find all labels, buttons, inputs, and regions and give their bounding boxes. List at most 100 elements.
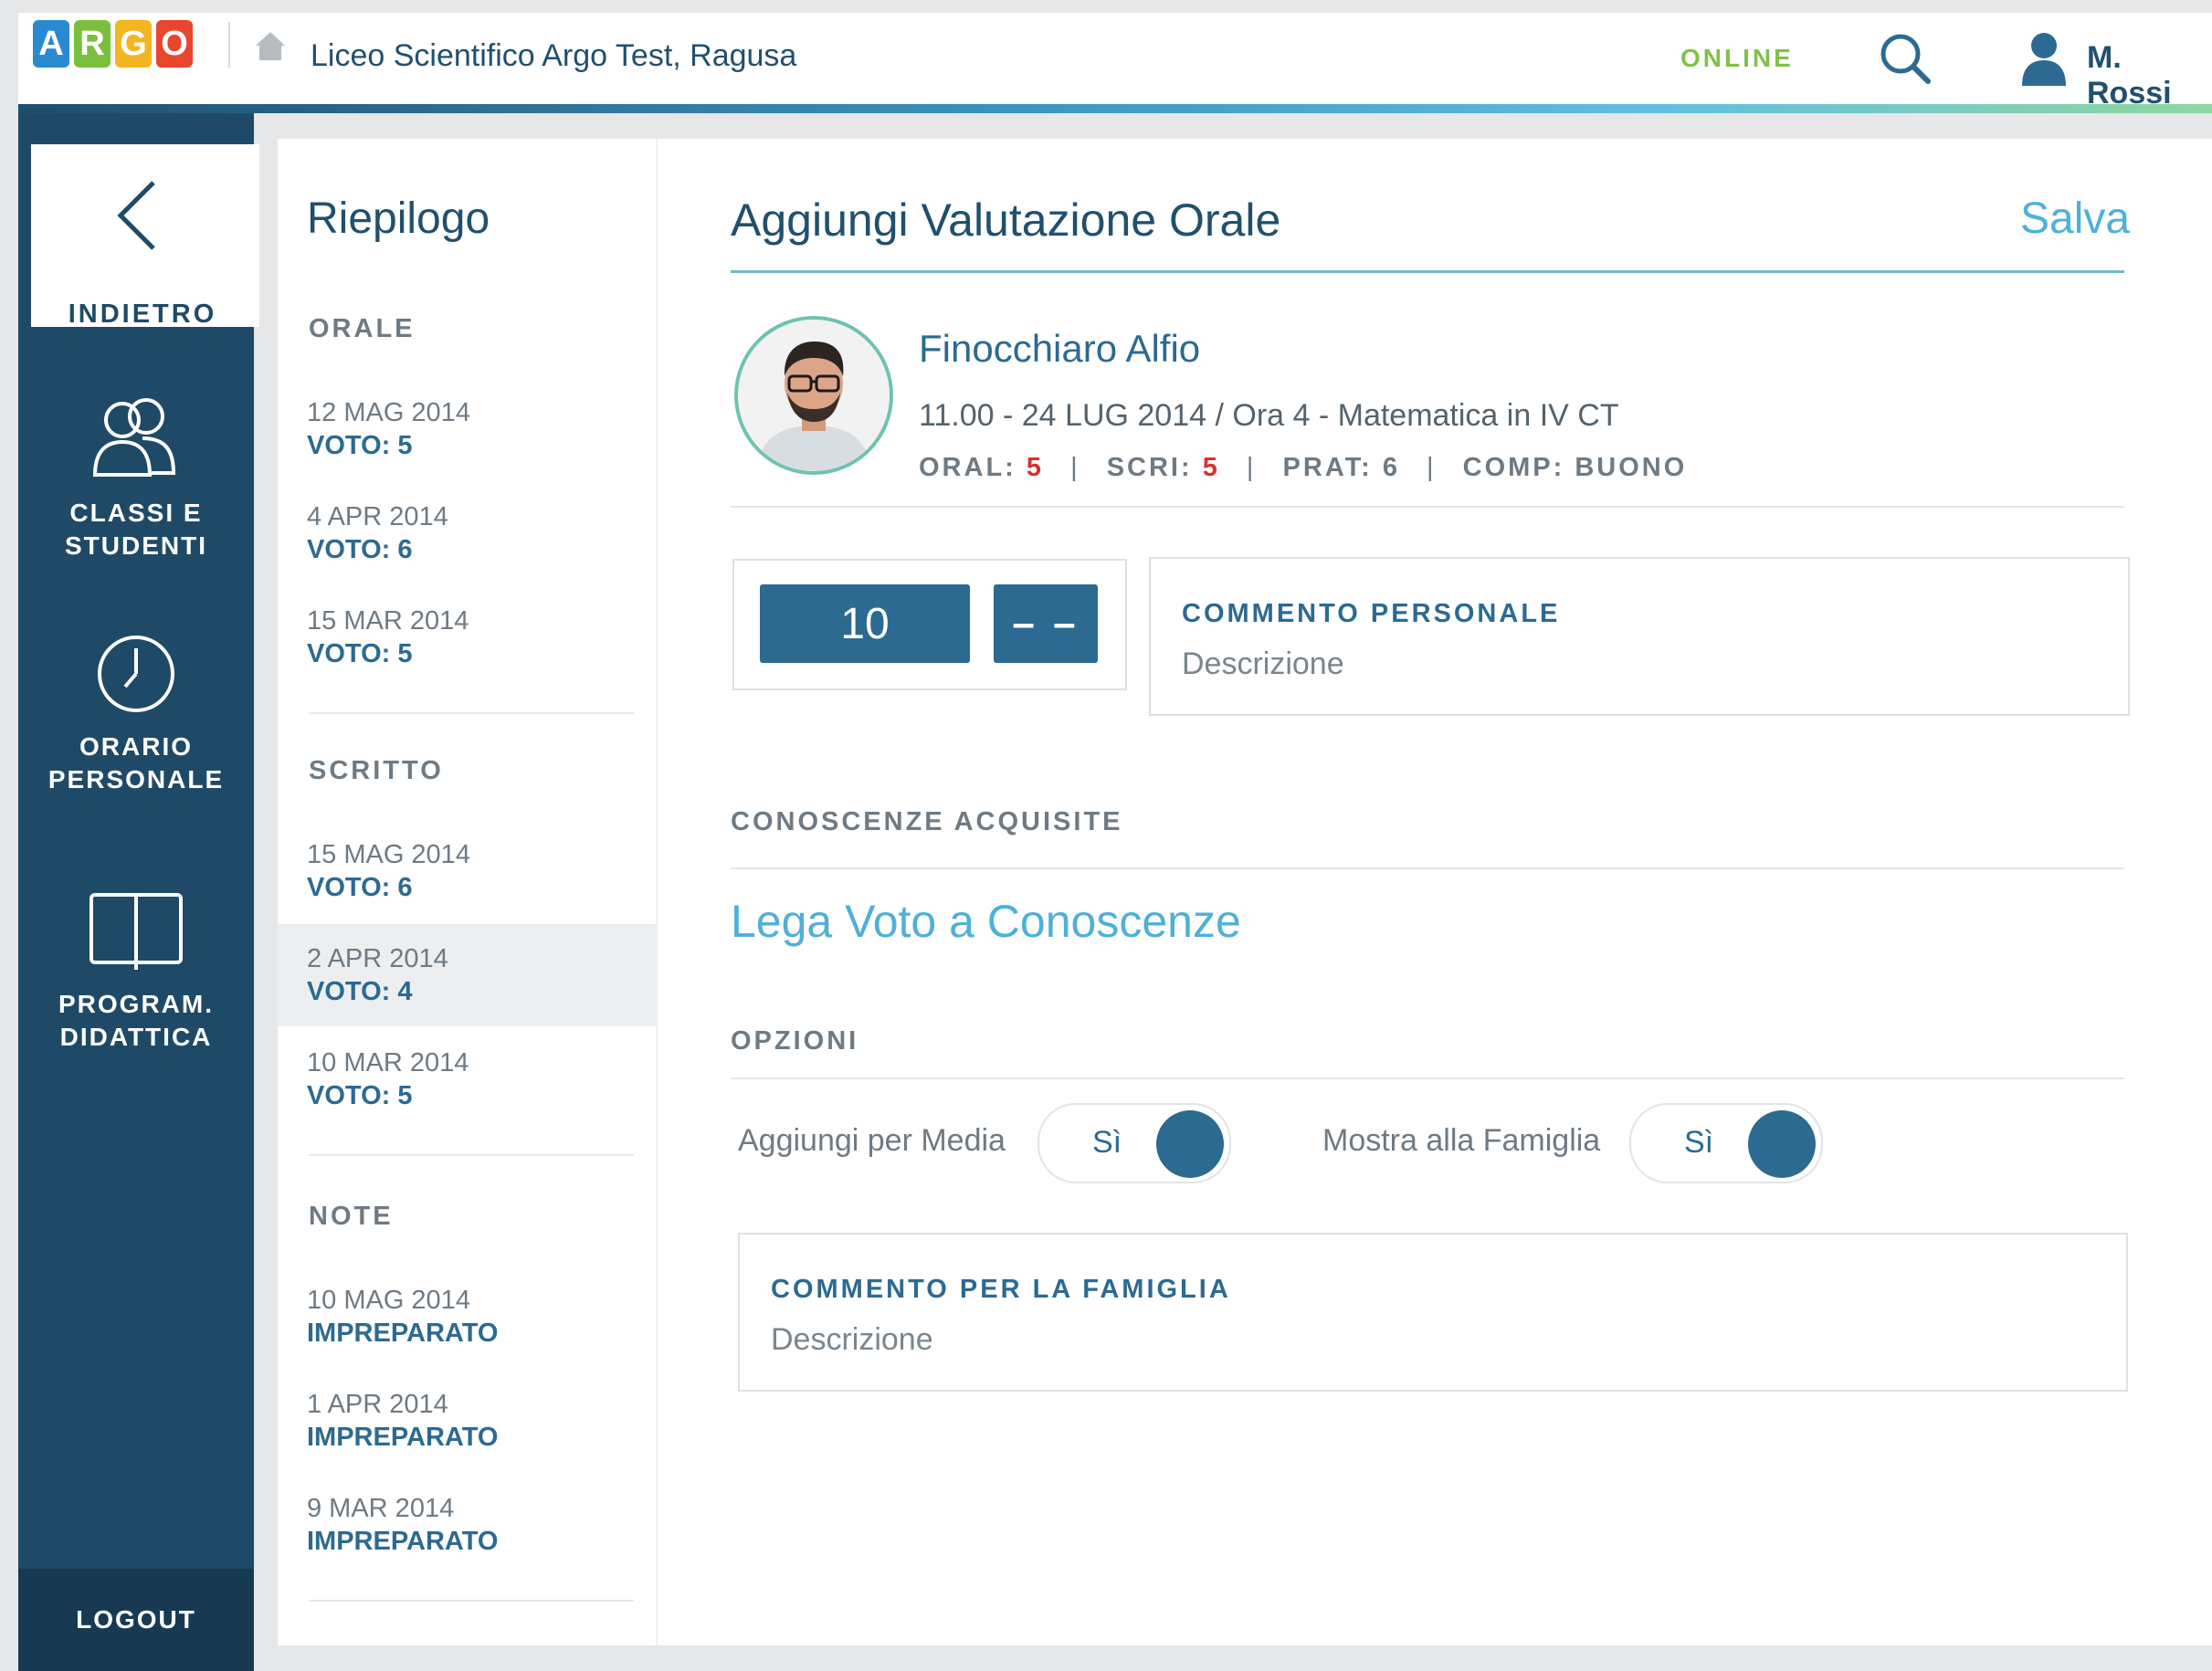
entry-value: VOTO: 5	[307, 431, 413, 460]
argo-logo[interactable]: A R G O	[33, 20, 193, 68]
home-icon[interactable]	[252, 27, 289, 68]
logo-letter: O	[156, 20, 193, 68]
summary-entry-selected[interactable]: 2 APR 2014 VOTO: 4	[278, 924, 656, 1026]
grade-selector: 10 – –	[732, 559, 1127, 690]
family-option-label: Mostra alla Famiglia	[1322, 1123, 1601, 1158]
entry-date: 4 APR 2014	[307, 502, 448, 531]
summary-entry[interactable]: 15 MAG 2014 VOTO: 6	[278, 820, 656, 922]
header-divider	[228, 22, 230, 68]
family-comment-field[interactable]: COMMENTO PER LA FAMIGLIA Descrizione	[738, 1233, 2128, 1392]
nav-label: STUDENTI	[65, 531, 207, 560]
nav-label: DIDATTICA	[59, 1023, 213, 1051]
student-grades: ORAL: 5 | SCRI: 5 | PRAT: 6 | COMP: BUON…	[919, 453, 1687, 483]
entry-value: VOTO: 4	[307, 977, 413, 1006]
save-button[interactable]: Salva	[2020, 194, 2130, 244]
entry-value: VOTO: 5	[307, 639, 413, 668]
summary-entry[interactable]: 15 MAR 2014 VOTO: 5	[278, 586, 656, 688]
entry-date: 15 MAR 2014	[307, 606, 469, 636]
summary-entry[interactable]: 4 APR 2014 VOTO: 6	[278, 482, 656, 584]
nav-label: CLASSI E	[69, 499, 203, 527]
logo-letter: R	[74, 20, 111, 68]
grade-value-button[interactable]: 10	[760, 584, 970, 663]
grade-separator: |	[1246, 453, 1257, 482]
toggle-text: Sì	[1092, 1125, 1122, 1160]
nav-label: PROGRAM.	[58, 990, 214, 1018]
summary-divider-line	[309, 1154, 634, 1156]
average-toggle[interactable]: Sì	[1038, 1103, 1231, 1183]
entry-value: IMPREPARATO	[307, 1423, 499, 1452]
summary-divider	[656, 139, 658, 1645]
sidebar: INDIETRO CLASSI E STUDENTI ORARIO PERSONAL…	[18, 113, 259, 1671]
grade-comp: COMP: BUONO	[1462, 453, 1688, 482]
online-status: ONLINE	[1680, 44, 1794, 72]
summary-section-orale: ORALE	[309, 314, 416, 343]
title-underline	[731, 270, 2124, 273]
summary-divider-line	[309, 1600, 634, 1602]
summary-entry[interactable]: 10 MAG 2014 IMPREPARATO	[278, 1266, 656, 1368]
back-label: INDIETRO	[68, 300, 217, 329]
back-button[interactable]: INDIETRO	[31, 144, 259, 329]
student-avatar	[734, 316, 893, 475]
family-comment-title: COMMENTO PER LA FAMIGLIA	[771, 1275, 1231, 1304]
entry-value: VOTO: 6	[307, 535, 413, 564]
grade-label: ORAL:	[919, 453, 1016, 482]
logo-letter: G	[115, 20, 152, 68]
sidebar-item-program-didattica[interactable]: PROGRAM. DIDATTICA	[18, 888, 254, 1054]
summary-title: Riepilogo	[307, 194, 490, 243]
entry-date: 1 APR 2014	[307, 1390, 448, 1419]
grade-modifier-button[interactable]: – –	[994, 584, 1098, 663]
personal-comment-title: COMMENTO PERSONALE	[1182, 599, 1561, 628]
knowledge-section-title: CONOSCENZE ACQUISITE	[731, 807, 1123, 836]
nav-label: ORARIO	[79, 732, 193, 761]
personal-comment-field[interactable]: COMMENTO PERSONALE Descrizione	[1149, 557, 2130, 716]
entry-date: 9 MAR 2014	[307, 1494, 455, 1523]
grade-separator: |	[1427, 453, 1437, 482]
school-name: Liceo Scientifico Argo Test, Ragusa	[311, 38, 797, 73]
logo-letter: A	[33, 20, 69, 68]
chevron-left-icon	[117, 181, 155, 250]
entry-value: VOTO: 6	[307, 873, 413, 902]
logout-button[interactable]: LOGOUT	[18, 1569, 254, 1671]
average-option-label: Aggiungi per Media	[738, 1123, 1006, 1158]
grade-prat: PRAT: 6	[1282, 453, 1400, 482]
summary-section-scritto: SCRITTO	[309, 756, 444, 785]
summary-divider-line	[309, 712, 634, 714]
page-title: Aggiungi Valutazione Orale	[731, 194, 1281, 246]
lesson-info: 11.00 - 24 LUG 2014 / Ora 4 - Matematica…	[919, 398, 1619, 433]
personal-comment-placeholder: Descrizione	[1182, 646, 1344, 681]
entry-value: IMPREPARATO	[307, 1319, 499, 1348]
section-divider	[731, 506, 2124, 508]
clock-icon	[98, 636, 174, 712]
entry-date: 12 MAG 2014	[307, 398, 470, 427]
student-name: Finocchiaro Alfio	[919, 327, 1201, 370]
toggle-text: Sì	[1684, 1125, 1714, 1160]
summary-section-note: NOTE	[309, 1202, 394, 1231]
family-toggle[interactable]: Sì	[1629, 1103, 1823, 1183]
entry-date: 15 MAG 2014	[307, 840, 470, 869]
entry-value: VOTO: 5	[307, 1081, 413, 1110]
toggle-knob	[1748, 1110, 1816, 1178]
summary-entry[interactable]: 12 MAG 2014 VOTO: 5	[278, 378, 656, 480]
user-name[interactable]: M. Rossi	[2087, 40, 2212, 111]
summary-entry[interactable]: 1 APR 2014 IMPREPARATO	[278, 1370, 656, 1472]
link-knowledge-button[interactable]: Lega Voto a Conoscenze	[731, 895, 1241, 948]
entry-value: IMPREPARATO	[307, 1527, 499, 1556]
toggle-knob	[1156, 1110, 1224, 1178]
book-icon	[90, 893, 183, 970]
summary-entry[interactable]: 10 MAR 2014 VOTO: 5	[278, 1028, 656, 1130]
section-divider	[731, 1077, 2124, 1079]
user-icon[interactable]	[2017, 29, 2071, 92]
grade-label: SCRI:	[1106, 453, 1193, 482]
grade-value-scri: 5	[1202, 453, 1220, 482]
grade-value-oral: 5	[1026, 453, 1045, 482]
entry-date: 10 MAG 2014	[307, 1286, 470, 1315]
entry-date: 2 APR 2014	[307, 944, 448, 973]
search-icon[interactable]	[1878, 31, 1933, 90]
entry-date: 10 MAR 2014	[307, 1048, 469, 1077]
family-comment-placeholder: Descrizione	[771, 1322, 933, 1357]
sidebar-item-classi-studenti[interactable]: CLASSI E STUDENTI	[18, 396, 254, 562]
section-divider	[731, 867, 2124, 869]
users-icon	[92, 398, 176, 477]
summary-entry[interactable]: 9 MAR 2014 IMPREPARATO	[278, 1474, 656, 1576]
sidebar-item-orario-personale[interactable]: ORARIO PERSONALE	[18, 630, 254, 796]
